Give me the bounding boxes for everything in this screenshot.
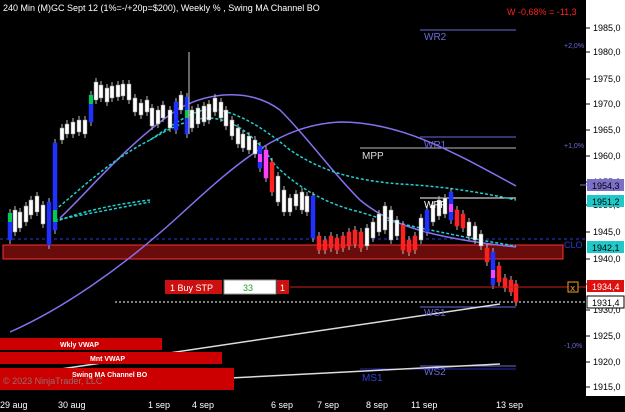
support-zone — [2, 244, 564, 260]
candle-accent — [53, 210, 57, 222]
price-tick-label: 1970,0 — [593, 99, 621, 109]
candle — [376, 210, 382, 236]
price-tick-label: 1965,0 — [593, 125, 621, 135]
close-icon: x — [570, 284, 576, 294]
price-tick-label: 1980,0 — [593, 47, 621, 57]
monthly-vwap-tag: Mnt VWAP — [0, 352, 222, 364]
order-close-button[interactable]: x — [567, 281, 579, 294]
weekly-change: W -0,68% = -11,3 — [507, 7, 577, 17]
price-chart[interactable]: 1985,01980,01975,01970,01965,01960,01955… — [0, 0, 625, 412]
candle — [281, 186, 287, 216]
time-tick-label: 8 sep — [366, 400, 388, 410]
chart-title: 240 Min (M)GC Sept 12 (1%=-/+20p=$200), … — [3, 3, 320, 13]
candle — [400, 221, 406, 254]
ms1-label: MS1 — [362, 373, 383, 384]
time-tick-label: 29 aug — [0, 400, 28, 410]
candle — [12, 206, 18, 236]
candle — [388, 206, 394, 244]
candle — [93, 78, 99, 104]
price-tick-label: 1920,0 — [593, 357, 621, 367]
candle — [40, 201, 46, 228]
price-tick-label: 1960,0 — [593, 151, 621, 161]
order-count: 1 — [280, 283, 285, 293]
time-tick-label: 30 aug — [58, 400, 86, 410]
candle — [418, 214, 424, 244]
badge-1934: 1934,4 — [587, 280, 624, 292]
time-tick-label: 13 sep — [496, 400, 523, 410]
weekly-vwap-label: Wkly VWAP — [60, 342, 99, 349]
time-tick-label: 7 sep — [317, 400, 339, 410]
candle-accent — [258, 154, 262, 162]
candle — [263, 146, 269, 182]
svg-text:1931,4: 1931,4 — [592, 298, 620, 308]
buy-stop-label: 1 Buy STP — [170, 283, 213, 293]
buy-stop-order[interactable]: 1 Buy STP 33 1 — [165, 279, 289, 295]
candle — [269, 158, 275, 196]
wr1-label: WR1 — [424, 140, 447, 151]
wr2-label: WR2 — [424, 32, 447, 43]
svg-text:1954,3: 1954,3 — [592, 181, 620, 191]
badge-1951: 1951,2 — [587, 195, 624, 207]
price-tick-label: 1915,0 — [593, 382, 621, 392]
pct-plus2-label: +2,0% — [564, 43, 584, 50]
ws1-label: WS1 — [424, 308, 446, 319]
svg-text:1942,1: 1942,1 — [592, 243, 620, 253]
candle-accent — [8, 213, 12, 222]
clo-label: CLO — [564, 240, 583, 250]
copyright: © 2023 NinjaTrader, LLC — [3, 376, 103, 386]
wpp-label: WPP — [424, 200, 447, 211]
candle — [173, 98, 179, 134]
weekly-vwap-tag: Wkly VWAP — [0, 338, 162, 350]
candle-accent — [449, 204, 453, 212]
time-tick-label: 4 sep — [192, 400, 214, 410]
badge-1931: 1931,4 — [586, 295, 625, 309]
price-tick-label: 1940,0 — [593, 254, 621, 264]
time-tick-label: 1 sep — [148, 400, 170, 410]
price-tick-label: 1985,0 — [593, 23, 621, 33]
candle — [364, 224, 370, 250]
candle — [382, 202, 388, 234]
pct-minus1-label: -1,0% — [564, 343, 582, 350]
candle — [275, 172, 281, 206]
monthly-vwap-label: Mnt VWAP — [90, 356, 125, 363]
price-tick-label: 1925,0 — [593, 331, 621, 341]
candle — [189, 106, 195, 132]
candle — [167, 106, 173, 132]
badge-1942: 1942,1 — [587, 241, 624, 253]
candle — [46, 198, 52, 249]
mpp-label: MPP — [362, 151, 384, 162]
svg-text:1934,4: 1934,4 — [592, 282, 620, 292]
candle — [310, 192, 316, 242]
price-tick-label: 1945,0 — [593, 227, 621, 237]
time-tick-label: 11 sep — [411, 400, 437, 410]
candle — [299, 188, 305, 214]
candle — [149, 104, 155, 130]
candle — [490, 248, 496, 289]
price-tick-label: 1975,0 — [593, 74, 621, 84]
candle-accent — [185, 110, 189, 118]
badge-1954: 1954,3 — [587, 179, 624, 191]
ws2-label: WS2 — [424, 367, 446, 378]
pct-plus1-label: +1,0% — [564, 143, 584, 150]
svg-text:1951,2: 1951,2 — [592, 197, 620, 207]
candle-accent — [491, 270, 495, 278]
candle — [513, 280, 519, 306]
candle-accent — [89, 95, 93, 104]
time-tick-label: 6 sep — [271, 400, 293, 410]
order-qty: 33 — [243, 283, 253, 293]
